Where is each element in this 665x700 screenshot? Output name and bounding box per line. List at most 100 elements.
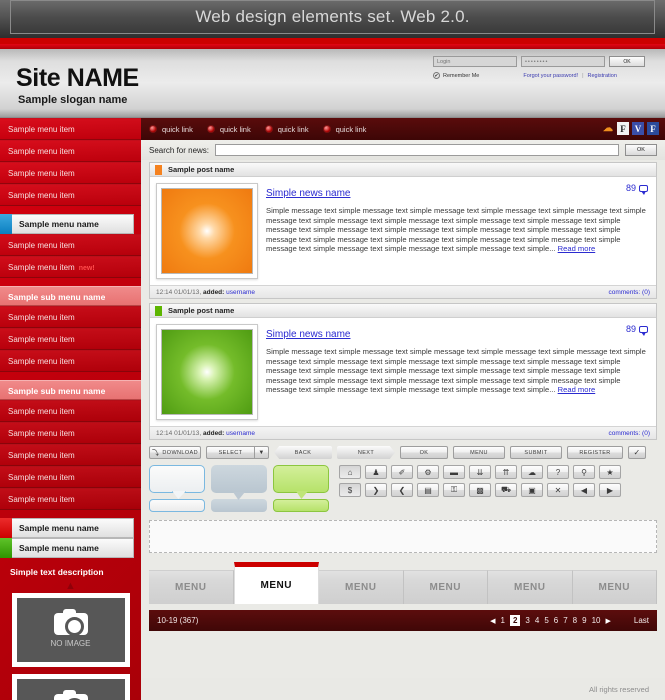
prev-icon[interactable]: ◀ [573, 483, 595, 497]
bubble-bar-green[interactable] [273, 499, 329, 512]
page-link-current[interactable]: 2 [509, 615, 521, 626]
read-more-link[interactable]: Read more [558, 244, 596, 253]
scroll-up-arrow-icon[interactable]: ▲ [0, 581, 141, 592]
post-comments-link[interactable]: comments: (0) [608, 289, 650, 296]
speech-bubble-blue[interactable] [149, 465, 205, 493]
post-thumbnail[interactable] [156, 183, 258, 279]
home-icon[interactable]: ⌂ [339, 465, 361, 479]
sidebar-item[interactable]: Sample menu item new! [0, 256, 141, 278]
sidebar-item[interactable]: Sample menu item [0, 118, 141, 140]
post-username[interactable]: username [226, 430, 255, 437]
sidebar-item[interactable]: Sample menu item [0, 422, 141, 444]
sidebar-item[interactable]: Sample menu item [0, 400, 141, 422]
read-more-link[interactable]: Read more [558, 385, 596, 394]
page-link[interactable]: 6 [554, 616, 558, 625]
login-username-input[interactable] [433, 56, 517, 67]
page-link[interactable]: 9 [582, 616, 586, 625]
quick-link[interactable]: quick link [264, 125, 309, 134]
rss-icon[interactable]: ☁ [602, 122, 614, 135]
pagination-prev-icon[interactable]: ◀ [490, 617, 495, 625]
pagination-last-link[interactable]: Last [634, 616, 649, 625]
sidebar-item[interactable]: Sample menu item [0, 444, 141, 466]
ok-button[interactable]: OK [400, 446, 448, 459]
sidebar-submenu-header[interactable]: Sample sub menu name [0, 286, 141, 306]
sidebar-item[interactable]: Sample menu item [0, 488, 141, 510]
post-username[interactable]: username [226, 289, 255, 296]
page-link[interactable]: 4 [535, 616, 539, 625]
facebook-icon[interactable]: F [617, 122, 629, 135]
menu-tab[interactable]: MENU [149, 570, 234, 604]
confirm-check-button[interactable]: ✓ [628, 446, 646, 459]
post-thumbnail[interactable] [156, 324, 258, 420]
sidebar-item[interactable]: Sample menu item [0, 234, 141, 256]
dashed-drop-area[interactable] [149, 520, 657, 553]
sidebar-thumbnail[interactable]: NO IMAGE [11, 674, 130, 700]
sidebar-item[interactable]: Sample menu item [0, 466, 141, 488]
gear-icon[interactable]: ⚙ [417, 465, 439, 479]
quick-link[interactable]: quick link [206, 125, 251, 134]
register-button[interactable]: REGISTER [567, 446, 623, 459]
forgot-password-link[interactable]: Forgot your password! [523, 73, 578, 79]
camera-icon[interactable]: ▣ [521, 483, 543, 497]
backward-icon[interactable]: ❮ [391, 483, 413, 497]
page-link[interactable]: 8 [573, 616, 577, 625]
page-link[interactable]: 5 [544, 616, 548, 625]
sidebar-item[interactable]: Sample menu item [0, 162, 141, 184]
help-icon[interactable]: ? [547, 465, 569, 479]
sidebar-item[interactable]: Sample menu item [0, 306, 141, 328]
remember-me-checkbox[interactable]: ✔ [433, 72, 440, 79]
save-icon[interactable]: ▤ [417, 483, 439, 497]
page-link[interactable]: 3 [525, 616, 529, 625]
menu-tab[interactable]: MENU [488, 570, 573, 604]
back-button[interactable]: BACK [274, 446, 332, 459]
facebook-alt-icon[interactable]: F [647, 122, 659, 135]
lock-icon[interactable]: ⚿ [443, 483, 465, 497]
sidebar-item[interactable]: Sample menu item [0, 184, 141, 206]
dollar-icon[interactable]: $ [339, 483, 361, 497]
next-button[interactable]: NEXT [337, 446, 395, 459]
chart-icon[interactable]: ▩ [469, 483, 491, 497]
login-ok-button[interactable]: OK [609, 56, 645, 67]
submit-button[interactable]: SUBMIT [510, 446, 562, 459]
sidebar-item[interactable]: Sample menu item [0, 350, 141, 372]
comment-icon[interactable]: ▬ [443, 465, 465, 479]
menu-button[interactable]: MENU [453, 446, 505, 459]
search-ok-button[interactable]: OK [625, 144, 657, 156]
speech-bubble-green[interactable] [273, 465, 329, 493]
star-icon[interactable]: ★ [599, 465, 621, 479]
menu-tab-active[interactable]: MENU [233, 562, 319, 604]
download-button[interactable]: ⤵ DOWNLOAD [149, 446, 201, 459]
bubble-bar-blue[interactable] [149, 499, 205, 512]
quick-link[interactable]: quick link [149, 125, 193, 134]
sidebar-thumbnail[interactable]: NO IMAGE [11, 593, 130, 667]
download-arrows-icon[interactable]: ⇊ [469, 465, 491, 479]
bubble-bar-gray[interactable] [211, 499, 267, 512]
menu-tab[interactable]: MENU [572, 570, 657, 604]
menu-tab[interactable]: MENU [403, 570, 488, 604]
search-input[interactable] [215, 144, 619, 156]
sidebar-item[interactable]: Sample menu item [0, 328, 141, 350]
pin-icon[interactable]: ✐ [391, 465, 413, 479]
menu-tab[interactable]: MENU [319, 570, 404, 604]
page-link[interactable]: 10 [592, 616, 601, 625]
speech-bubble-gray[interactable] [211, 465, 267, 493]
page-link[interactable]: 1 [501, 616, 505, 625]
sidebar-group-header[interactable]: Sample menu name [0, 518, 134, 538]
sidebar-submenu-header[interactable]: Sample sub menu name [0, 380, 141, 400]
user-icon[interactable]: ♟ [365, 465, 387, 479]
forward-icon[interactable]: ❯ [365, 483, 387, 497]
sidebar-group-header[interactable]: Sample menu name [0, 214, 134, 234]
rss-icon[interactable]: ☁ [521, 465, 543, 479]
quick-link[interactable]: quick link [322, 125, 366, 134]
registration-link[interactable]: Registration [588, 73, 617, 79]
sidebar-item[interactable]: Sample menu item [0, 140, 141, 162]
close-icon[interactable]: ✕ [547, 483, 569, 497]
search-icon[interactable]: ⚲ [573, 465, 595, 479]
page-link[interactable]: 7 [563, 616, 567, 625]
play-icon[interactable]: ▶ [599, 483, 621, 497]
post-title-link[interactable]: Simple news name [266, 188, 350, 199]
select-dropdown[interactable]: SELECT ▼ [206, 446, 269, 459]
chevron-down-icon[interactable]: ▼ [254, 446, 269, 459]
sidebar-group-header[interactable]: Sample menu name [0, 538, 134, 558]
select-button-label[interactable]: SELECT [206, 446, 254, 459]
